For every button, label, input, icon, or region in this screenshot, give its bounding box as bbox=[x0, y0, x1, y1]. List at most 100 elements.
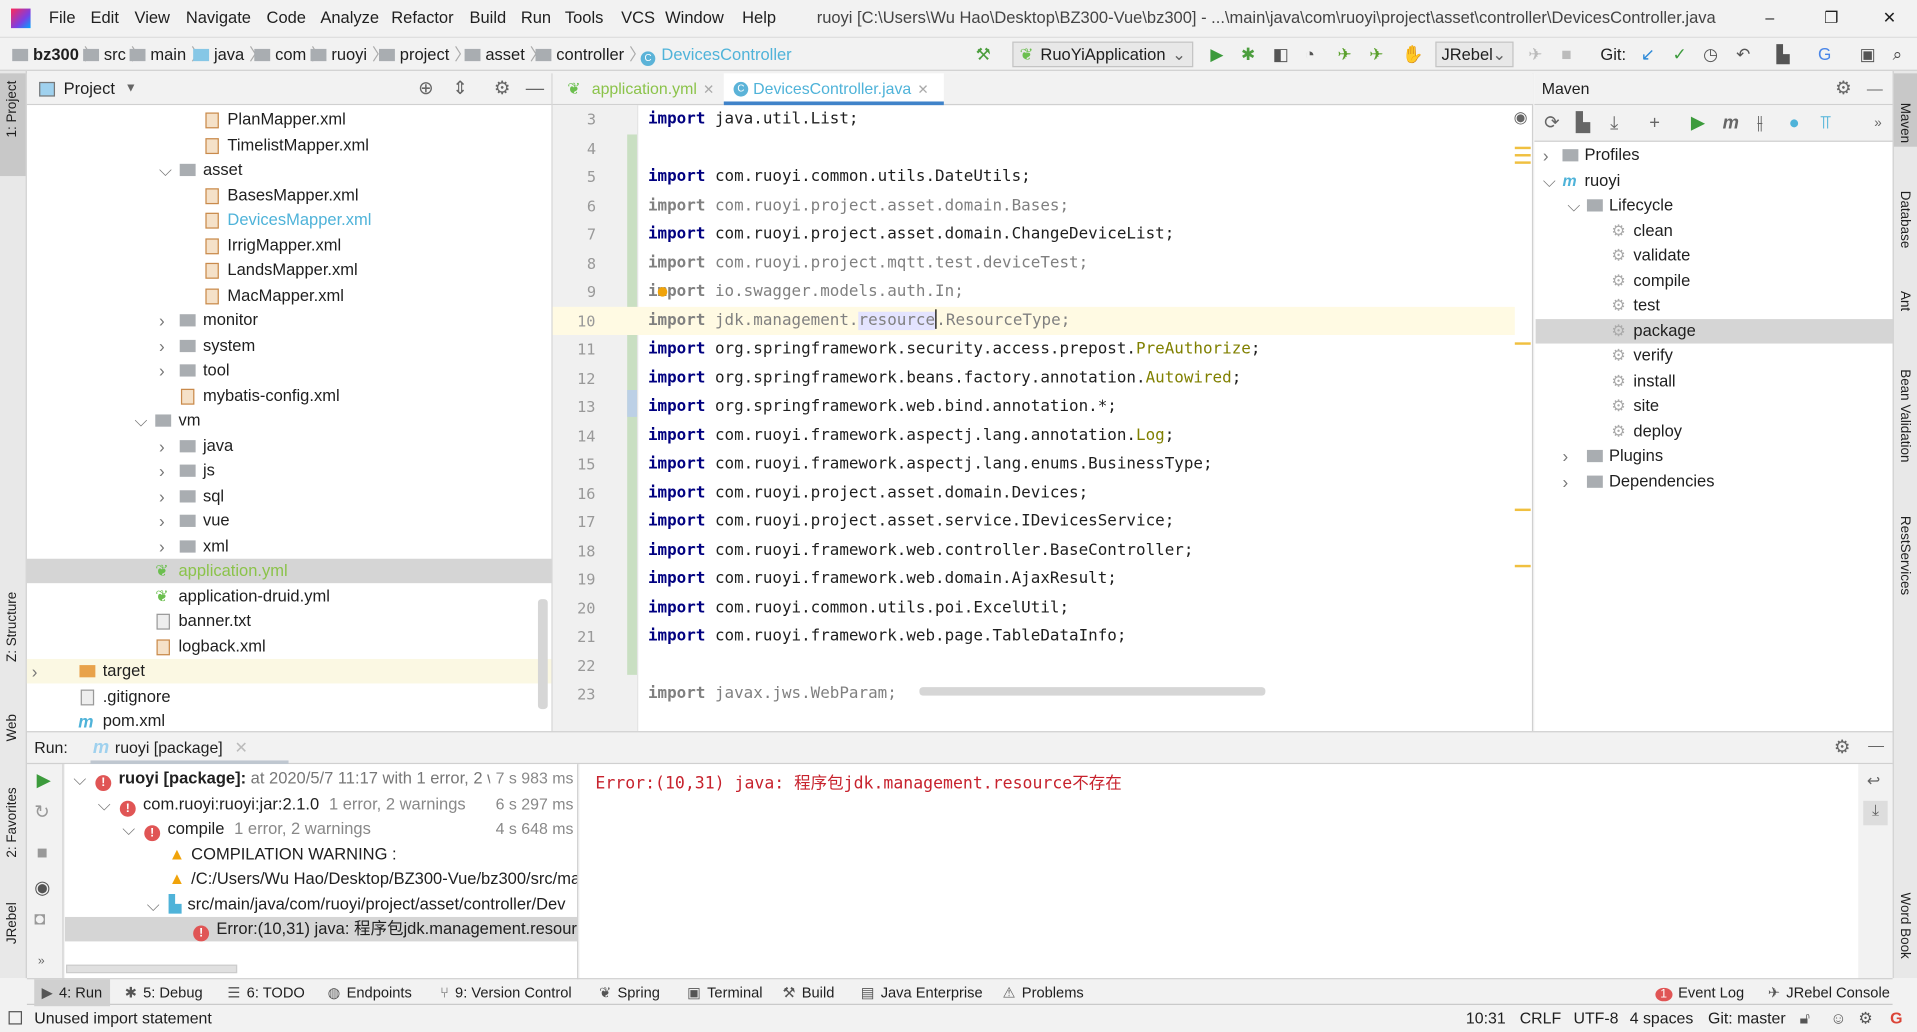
stop-icon[interactable]: ■ bbox=[1561, 38, 1571, 70]
menu-build[interactable]: Build bbox=[469, 0, 506, 37]
tree-item[interactable]: › sql bbox=[27, 484, 551, 508]
jrebel-debug-icon[interactable]: ✈ bbox=[1369, 38, 1383, 70]
tree-item[interactable]: mybatis-config.xml bbox=[27, 383, 551, 407]
event-icon[interactable]: ⚙ bbox=[1858, 1005, 1872, 1031]
chevron-down-icon[interactable]: ⌵ bbox=[98, 792, 111, 816]
close-tab-icon[interactable]: ✕ bbox=[234, 738, 247, 756]
bean-validation-tool-button[interactable]: Bean Validation bbox=[1897, 369, 1912, 462]
menu-tools[interactable]: Tools bbox=[565, 0, 604, 37]
presentation-icon[interactable]: ▣ bbox=[1860, 38, 1876, 70]
chevron-right-icon[interactable]: › bbox=[159, 534, 165, 558]
tool-tab-build[interactable]: ⚒ Build bbox=[782, 979, 834, 1006]
skip-tests-icon[interactable]: ⫲ bbox=[1757, 105, 1763, 142]
tree-item[interactable]: PlanMapper.xml bbox=[27, 108, 551, 132]
lightbulb-icon[interactable]: ● bbox=[658, 278, 668, 307]
jrebel-remote-icon[interactable]: ✈ bbox=[1528, 38, 1542, 70]
chevron-down-icon[interactable]: ▼ bbox=[125, 73, 137, 105]
inspector-icon[interactable]: ☺ bbox=[1830, 1005, 1846, 1031]
code-line[interactable]: 13 import org.springframework.web.bind.an… bbox=[553, 392, 1515, 421]
add-icon[interactable]: + bbox=[1649, 105, 1660, 142]
gear-icon[interactable]: ⚙ bbox=[1834, 736, 1850, 758]
maven-tree-item[interactable]: ⚙ clean bbox=[1536, 218, 1893, 242]
maven-tree-item[interactable]: › Profiles bbox=[1536, 143, 1893, 167]
build-tree-item[interactable]: ▲ COMPILATION WARNING : bbox=[65, 842, 577, 866]
maven-tree-item[interactable]: ⚙ verify bbox=[1536, 344, 1893, 368]
chevron-right-icon[interactable]: › bbox=[159, 509, 165, 533]
code-line[interactable]: 12 import org.springframework.beans.facto… bbox=[553, 364, 1515, 393]
code-line[interactable]: 14 import com.ruoyi.framework.aspectj.lan… bbox=[553, 421, 1515, 450]
build-tree-item[interactable]: ⌵! compile 1 error, 2 warnings 4 s 648 ms bbox=[65, 816, 577, 842]
close-tab-icon[interactable]: ✕ bbox=[703, 83, 714, 98]
chevron-down-icon[interactable]: ⌵ bbox=[147, 892, 160, 916]
close-button[interactable]: ✕ bbox=[1883, 0, 1896, 37]
chevron-right-icon[interactable]: › bbox=[1543, 143, 1549, 167]
download-icon[interactable]: ⤓ bbox=[1610, 105, 1618, 142]
scroll-to-end-icon[interactable]: ⤓ bbox=[1863, 800, 1888, 826]
execute-goal-icon[interactable]: m bbox=[1723, 105, 1739, 142]
chevron-right-icon[interactable]: › bbox=[159, 333, 165, 357]
database-tool-button[interactable]: Database bbox=[1897, 191, 1912, 249]
breadcrumb-devicescontroller[interactable]: C DevicesController bbox=[640, 38, 792, 72]
google-icon[interactable]: G bbox=[1890, 1005, 1902, 1031]
rollback-icon[interactable]: ↶ bbox=[1736, 38, 1750, 70]
caret-position[interactable]: 10:31 bbox=[1466, 1005, 1506, 1031]
more-icon[interactable]: » bbox=[1874, 105, 1881, 142]
tree-item[interactable]: LandsMapper.xml bbox=[27, 258, 551, 282]
rerun-failed-icon[interactable]: ↻ bbox=[34, 801, 49, 823]
search-icon[interactable]: ⌕ bbox=[1893, 38, 1903, 70]
menu-edit[interactable]: Edit bbox=[90, 0, 118, 37]
code-line[interactable]: 7 import com.ruoyi.project.asset.domain.C… bbox=[553, 220, 1515, 249]
code-line[interactable]: 3 import java.util.List; bbox=[553, 105, 1515, 134]
chevron-down-icon[interactable]: ⌵ bbox=[1543, 168, 1556, 192]
code-line[interactable]: 9 import io.swagger.models.auth.In; ● bbox=[553, 278, 1515, 307]
reload-icon[interactable]: ⟳ bbox=[1544, 105, 1559, 142]
chevron-right-icon[interactable]: › bbox=[159, 308, 165, 332]
eye-icon[interactable]: ◉ bbox=[1514, 108, 1528, 128]
coverage-icon[interactable]: ◧ bbox=[1273, 38, 1289, 70]
tool-tab--todo[interactable]: ☰ 6: TODO bbox=[227, 979, 304, 1006]
file-encoding[interactable]: UTF-8 bbox=[1573, 1005, 1618, 1031]
soft-wrap-icon[interactable]: ↩ bbox=[1867, 771, 1880, 791]
code-line[interactable]: 21 import com.ruoyi.framework.web.page.Ta… bbox=[553, 622, 1515, 651]
tree-item[interactable]: DevicesMapper.xml bbox=[27, 208, 551, 232]
code-line[interactable]: 22 bbox=[553, 651, 1515, 680]
code-line[interactable]: 15 import com.ruoyi.framework.aspectj.lan… bbox=[553, 450, 1515, 479]
build-tree-item[interactable]: ! Error:(10,31) java: 程序包jdk.management.r… bbox=[64, 916, 578, 942]
tree-item[interactable]: › system bbox=[27, 333, 551, 357]
breadcrumb-asset[interactable]: asset〉 bbox=[464, 38, 546, 72]
tree-item[interactable]: ⌵ asset bbox=[27, 158, 551, 182]
run-icon[interactable]: ▶ bbox=[1691, 105, 1705, 142]
generate-sources-icon[interactable]: ▙ bbox=[1576, 105, 1590, 142]
maven-tree-item[interactable]: ⌵ Lifecycle bbox=[1536, 193, 1893, 217]
code-line[interactable]: 10 import jdk.management.resource.Resourc… bbox=[552, 306, 1515, 335]
minimize-button[interactable]: – bbox=[1765, 0, 1774, 37]
jrebel-tool-button[interactable]: JRebel bbox=[5, 902, 20, 944]
tool-tab-spring[interactable]: ❦ Spring bbox=[599, 979, 660, 1006]
error-stripe[interactable] bbox=[1514, 139, 1532, 731]
tree-item[interactable]: ❦ application.yml bbox=[26, 558, 552, 584]
tree-item[interactable]: ⌵ vm bbox=[27, 408, 551, 432]
build-tree-item[interactable]: ⌵ ▙ src/main/java/com/ruoyi/project/asset/… bbox=[65, 892, 577, 916]
hide-icon[interactable]: — bbox=[526, 73, 544, 105]
maven-tree-item[interactable]: ⚙ deploy bbox=[1536, 419, 1893, 443]
breadcrumb-controller[interactable]: controller 〉 bbox=[535, 38, 646, 72]
maven-tree-item[interactable]: › Dependencies bbox=[1536, 469, 1893, 493]
tree-item[interactable]: › tool bbox=[27, 358, 551, 382]
offline-icon[interactable]: ● bbox=[1789, 105, 1800, 142]
line-separator[interactable]: CRLF bbox=[1520, 1005, 1562, 1031]
stop-icon[interactable]: ■ bbox=[37, 842, 48, 863]
tool-tab-terminal[interactable]: ▣ Terminal bbox=[687, 979, 762, 1006]
maven-tree-item[interactable]: ⌵ m ruoyi bbox=[1536, 168, 1893, 192]
camera-icon[interactable]: ◘ bbox=[34, 908, 45, 929]
build-tree-item[interactable]: ⌵! ruoyi [package]: at 2020/5/7 11:17 wit… bbox=[65, 766, 577, 792]
close-tab-icon[interactable]: ✕ bbox=[917, 83, 928, 98]
eye-icon[interactable]: ◉ bbox=[34, 877, 50, 899]
chevron-down-icon[interactable]: ⌵ bbox=[1567, 193, 1580, 217]
chevron-right-icon[interactable]: › bbox=[159, 458, 165, 482]
attach-icon[interactable]: ✋ bbox=[1402, 38, 1423, 70]
tool-tab-event-log[interactable]: 1 Event Log bbox=[1655, 979, 1744, 1006]
horizontal-scrollbar[interactable] bbox=[66, 964, 238, 974]
menu-file[interactable]: File bbox=[49, 0, 76, 37]
code-line[interactable]: 17 import com.ruoyi.project.asset.service… bbox=[553, 507, 1515, 536]
profile-icon[interactable]: ◔ bbox=[1305, 38, 1315, 70]
